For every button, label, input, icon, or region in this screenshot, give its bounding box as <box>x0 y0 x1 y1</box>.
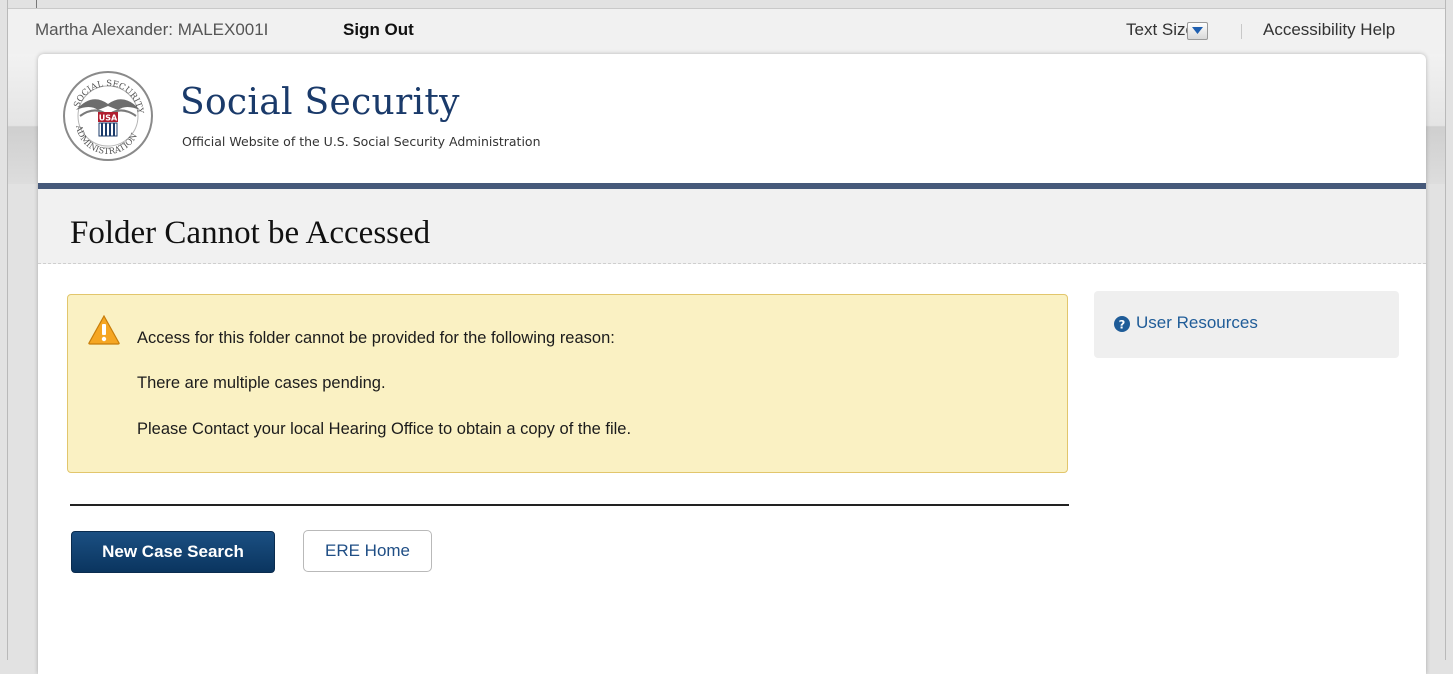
site-title: Social Security <box>180 82 460 123</box>
svg-text:?: ? <box>1119 317 1126 331</box>
warning-icon <box>88 315 120 345</box>
alert-instruction: Please Contact your local Hearing Office… <box>137 420 632 438</box>
new-case-search-button[interactable]: New Case Search <box>71 531 275 573</box>
chevron-down-icon <box>1192 27 1203 34</box>
text-size-label: Text Size <box>1126 20 1195 39</box>
main-card: USA SOCIAL SECURITY ADMINISTRATION Socia… <box>38 54 1426 674</box>
sign-out-link[interactable]: Sign Out <box>343 20 414 40</box>
user-resources-panel: ? User Resources <box>1094 291 1399 358</box>
user-name-label: Martha Alexander: MALEX001I <box>35 20 269 39</box>
text-size-dropdown-button[interactable] <box>1187 22 1208 40</box>
content-divider <box>70 504 1069 506</box>
user-resources-link[interactable]: User Resources <box>1136 313 1258 333</box>
ssa-seal-logo[interactable]: USA SOCIAL SECURITY ADMINISTRATION <box>62 70 154 162</box>
ere-home-button[interactable]: ERE Home <box>303 530 432 572</box>
page-title-band: Folder Cannot be Accessed <box>38 189 1426 264</box>
svg-text:USA: USA <box>99 114 118 123</box>
page-title: Folder Cannot be Accessed <box>70 215 431 251</box>
accessibility-help-link[interactable]: Accessibility Help <box>1263 20 1395 40</box>
utility-bar-divider <box>1241 24 1242 39</box>
window-frame-tick <box>36 0 37 8</box>
site-header: USA SOCIAL SECURITY ADMINISTRATION Socia… <box>38 54 1426 183</box>
window-frame-right <box>1445 0 1446 660</box>
alert-reason: There are multiple cases pending. <box>137 374 386 392</box>
site-subtitle: Official Website of the U.S. Social Secu… <box>182 134 541 149</box>
alert-reason-intro: Access for this folder cannot be provide… <box>137 329 615 347</box>
help-icon: ? <box>1114 316 1130 332</box>
warning-alert: Access for this folder cannot be provide… <box>67 294 1068 473</box>
